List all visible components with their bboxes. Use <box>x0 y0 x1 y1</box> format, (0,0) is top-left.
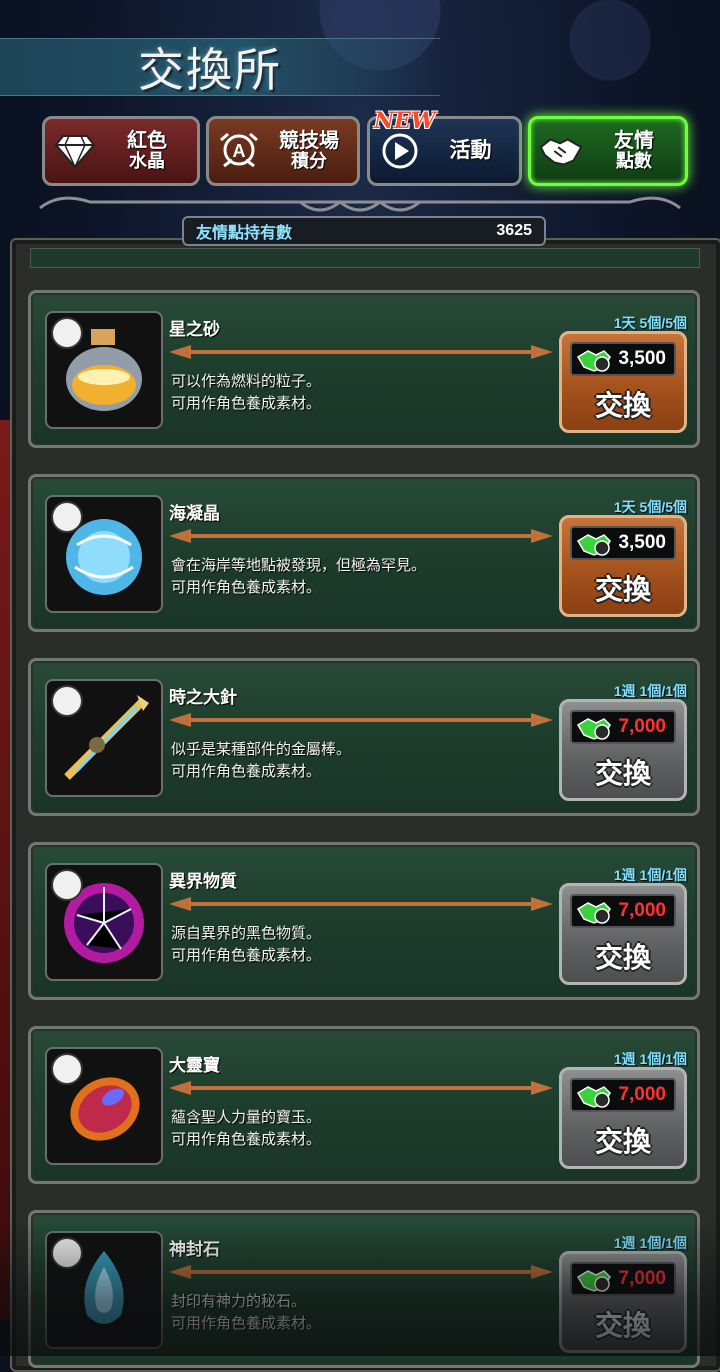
item-name: 神封石 <box>169 1240 220 1259</box>
exchange-button-label: 交換 <box>594 1126 651 1157</box>
exchange-button[interactable]: 3,500 交換 <box>559 331 687 433</box>
exchange-button-label: 交換 <box>594 574 651 605</box>
item-description: 封印有神力的秘石。 可用作角色養成素材。 <box>171 1293 322 1332</box>
lock-icon <box>51 317 83 349</box>
item-name: 海凝晶 <box>169 504 220 523</box>
item-description: 似乎是某種部件的金屬棒。 可用作角色養成素材。 <box>171 741 352 780</box>
tab-friendship-points[interactable]: 友情 點數 <box>528 116 688 186</box>
item-description: 可以作為燃料的粒子。 可用作角色養成素材。 <box>171 373 322 412</box>
price-value: 7,000 <box>618 1084 666 1105</box>
price-box: 7,000 <box>570 1078 676 1112</box>
exchange-button-label: 交換 <box>594 390 651 421</box>
friendship-points-bar: 友情點持有數 3625 <box>182 216 546 246</box>
lock-icon <box>51 685 83 717</box>
item-name: 異界物質 <box>169 872 237 891</box>
price-box: 7,000 <box>570 894 676 928</box>
exchange-item: 神封石 封印有神力的秘石。 可用作角色養成素材。 1週 1個/1個 7,000 交… <box>28 1210 700 1368</box>
lock-icon <box>51 1237 83 1269</box>
item-name: 星之砂 <box>169 320 220 339</box>
friendship-point-icon <box>576 350 611 372</box>
arena-emblem-icon: A <box>217 129 261 173</box>
exchange-item: 星之砂 可以作為燃料的粒子。 可用作角色養成素材。 1天 5個/5個 3,500 … <box>28 290 700 448</box>
exchange-limit: 1週 1個/1個 <box>613 1051 687 1067</box>
star-sand-bottle-icon <box>45 311 163 429</box>
exchange-button-label: 交換 <box>594 758 651 789</box>
exchange-item: 異界物質 源自異界的黑色物質。 可用作角色養成素材。 1週 1個/1個 7,000… <box>28 842 700 1000</box>
exchange-button[interactable]: 7,000 交換 <box>559 699 687 801</box>
exchange-limit: 1天 5個/5個 <box>613 315 687 331</box>
price-value: 7,000 <box>618 900 666 921</box>
divine-seal-stone-icon <box>45 1231 163 1349</box>
item-description: 蘊含聖人力量的寶玉。 可用作角色養成素材。 <box>171 1109 322 1148</box>
arrow-decoration <box>169 897 553 911</box>
points-label: 友情點持有數 <box>196 225 293 242</box>
exchange-limit: 1天 5個/5個 <box>613 499 687 515</box>
exchange-limit: 1週 1個/1個 <box>613 1235 687 1251</box>
arrow-decoration <box>169 1265 553 1279</box>
time-needle-icon <box>45 679 163 797</box>
friendship-point-icon <box>576 534 611 556</box>
arrow-decoration <box>169 529 553 543</box>
arrow-decoration <box>169 713 553 727</box>
price-value: 7,000 <box>618 1268 666 1289</box>
new-badge: NEW <box>374 108 436 134</box>
tab-label: 友情 點數 <box>614 130 654 172</box>
svg-text:A: A <box>233 141 246 161</box>
lock-icon <box>51 1053 83 1085</box>
item-description: 源自異界的黑色物質。 可用作角色養成素材。 <box>171 925 322 964</box>
tab-arena-points[interactable]: A 競技場 積分 <box>206 116 360 186</box>
exchange-button-label: 交換 <box>594 1310 651 1341</box>
exchange-button[interactable]: 7,000 交換 <box>559 883 687 985</box>
tab-label: 紅色 水晶 <box>127 130 167 172</box>
price-box: 7,000 <box>570 710 676 744</box>
exchange-button[interactable]: 7,000 交換 <box>559 1251 687 1353</box>
tab-label: 活動 <box>449 139 492 163</box>
price-value: 3,500 <box>618 348 666 369</box>
lock-icon <box>51 501 83 533</box>
item-name: 大靈寶 <box>169 1056 220 1075</box>
exchange-item: 時之大針 似乎是某種部件的金屬棒。 可用作角色養成素材。 1週 1個/1個 7,0… <box>28 658 700 816</box>
arrow-decoration <box>169 1081 553 1095</box>
exchange-item: 大靈寶 蘊含聖人力量的寶玉。 可用作角色養成素材。 1週 1個/1個 7,000 … <box>28 1026 700 1184</box>
sea-crystal-icon <box>45 495 163 613</box>
item-description: 會在海岸等地點被發現，但極為罕見。 可用作角色養成素材。 <box>171 557 427 596</box>
price-value: 3,500 <box>618 532 666 553</box>
tab-label: 競技場 積分 <box>279 130 339 172</box>
price-value: 7,000 <box>618 716 666 737</box>
exchange-button[interactable]: 3,500 交換 <box>559 515 687 617</box>
exchange-item: 海凝晶 會在海岸等地點被發現，但極為罕見。 可用作角色養成素材。 1天 5個/5個… <box>28 474 700 632</box>
exchange-limit: 1週 1個/1個 <box>613 867 687 883</box>
tab-red-crystal[interactable]: 紅色 水晶 <box>42 116 200 186</box>
arrow-decoration <box>169 345 553 359</box>
event-play-icon <box>378 129 422 173</box>
item-name: 時之大針 <box>169 688 237 707</box>
exchange-button-label: 交換 <box>594 942 651 973</box>
page-title: 交換所 <box>138 43 282 97</box>
otherworld-matter-icon <box>45 863 163 981</box>
great-spirit-gem-icon <box>45 1047 163 1165</box>
friendship-point-icon <box>576 718 611 740</box>
handshake-icon <box>539 129 583 173</box>
points-value: 3625 <box>496 222 532 239</box>
price-box: 3,500 <box>570 526 676 560</box>
exchange-limit: 1週 1個/1個 <box>613 683 687 699</box>
price-box: 3,500 <box>570 342 676 376</box>
friendship-point-icon <box>576 1270 611 1292</box>
left-edge-decoration <box>0 420 10 1320</box>
diamond-icon <box>53 129 97 173</box>
price-box: 7,000 <box>570 1262 676 1296</box>
friendship-point-icon <box>576 902 611 924</box>
header-strip <box>30 248 700 268</box>
exchange-button[interactable]: 7,000 交換 <box>559 1067 687 1169</box>
friendship-point-icon <box>576 1086 611 1108</box>
lock-icon <box>51 869 83 901</box>
